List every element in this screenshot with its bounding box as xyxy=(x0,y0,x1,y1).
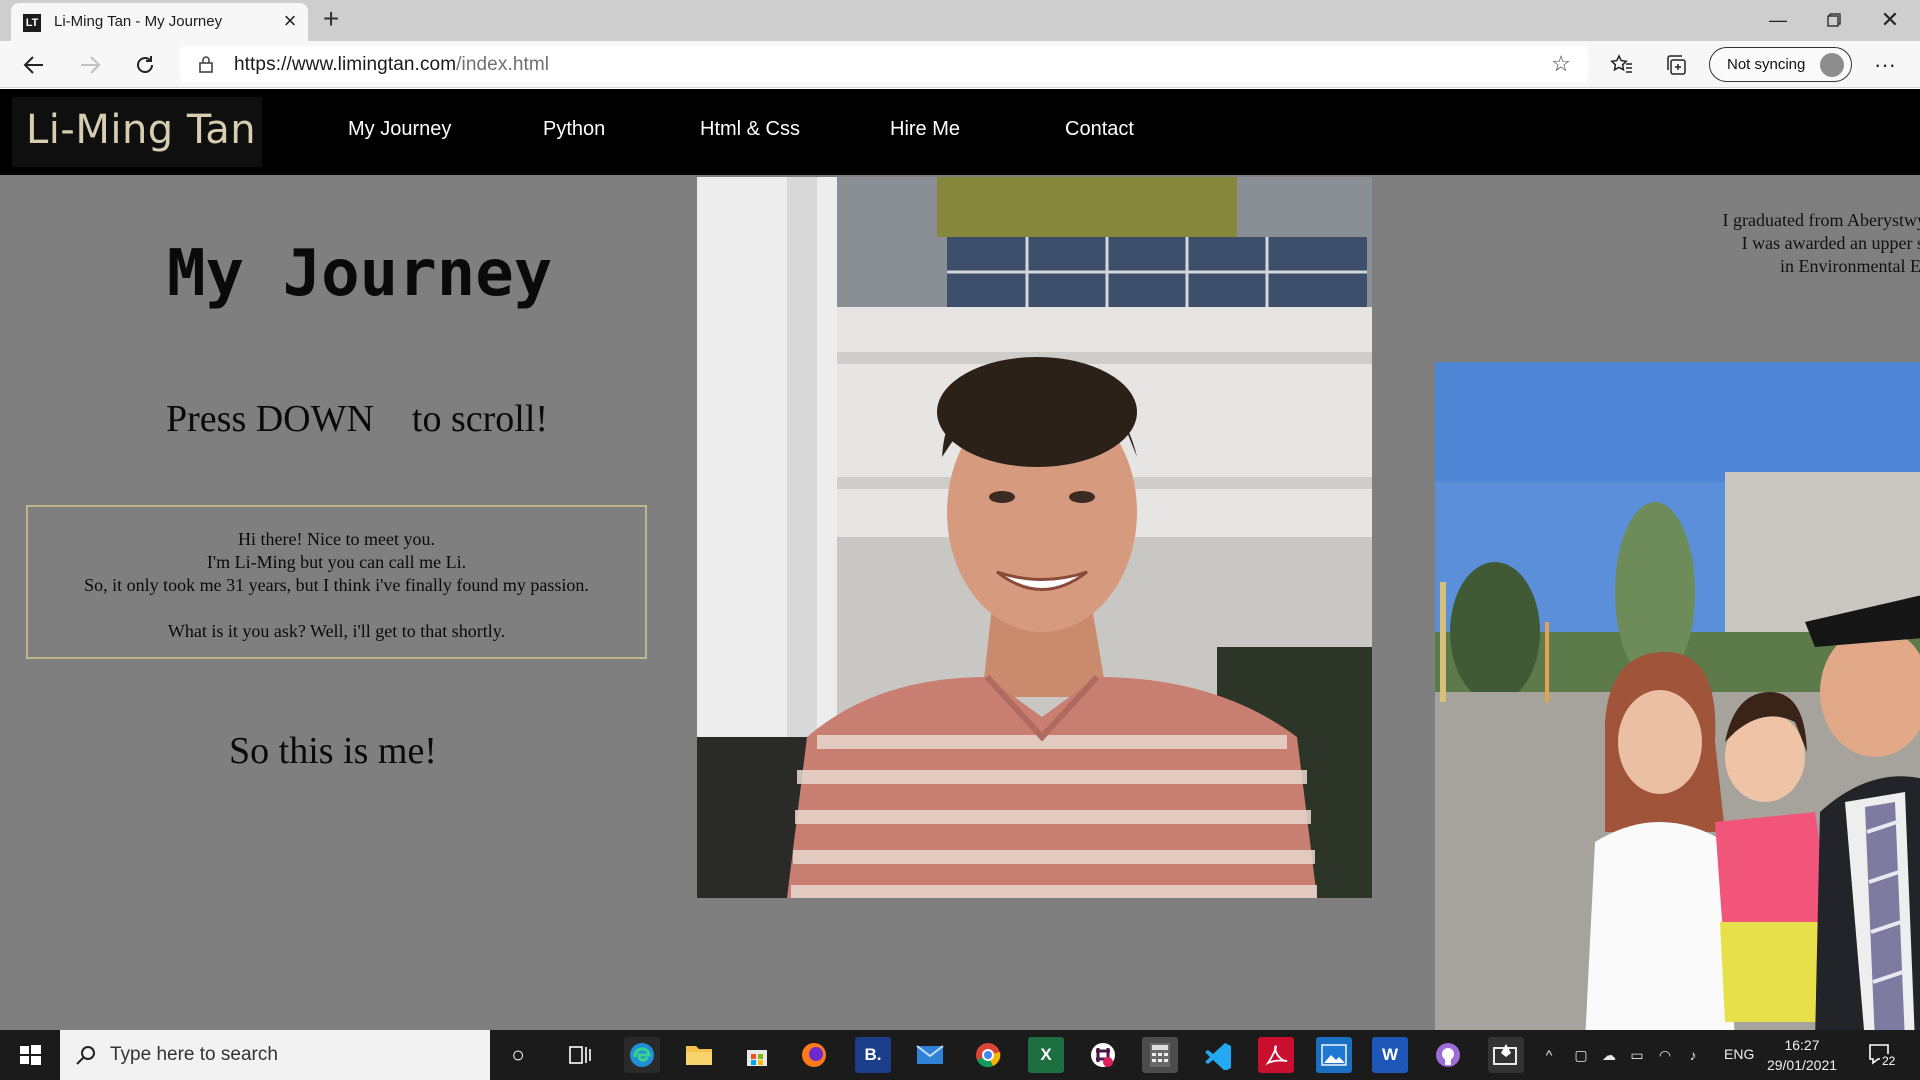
chevron-up-icon[interactable]: ^ xyxy=(1540,1046,1558,1064)
favorites-icon[interactable] xyxy=(1604,47,1640,83)
page-title: My Journey xyxy=(167,237,553,311)
volume-icon[interactable]: ♪ xyxy=(1684,1046,1702,1064)
snip-icon[interactable] xyxy=(1488,1037,1524,1073)
site-navbar: Li-Ming Tan My Journey Python Html & Css… xyxy=(0,89,1920,175)
tab-close-icon[interactable]: × xyxy=(277,8,303,34)
browser-tab[interactable]: LT Li-Ming Tan - My Journey × xyxy=(11,3,308,41)
collections-icon[interactable] xyxy=(1658,47,1694,83)
excel-icon[interactable]: X xyxy=(1028,1037,1064,1073)
url-text[interactable]: https://www.limingtan.com/index.html xyxy=(234,54,549,76)
graduation-line: I was awarded an upper sec xyxy=(1741,233,1920,253)
nav-link-python[interactable]: Python xyxy=(543,118,605,141)
address-bar[interactable]: https://www.limingtan.com/index.html ☆ xyxy=(180,46,1588,82)
refresh-icon[interactable] xyxy=(127,47,163,83)
slack-icon[interactable] xyxy=(1085,1037,1121,1073)
browser-toolbar: https://www.limingtan.com/index.html ☆ N… xyxy=(0,41,1920,88)
cortana-icon[interactable]: ○ xyxy=(500,1037,536,1073)
store-icon[interactable] xyxy=(739,1037,775,1073)
minimize-icon[interactable]: — xyxy=(1750,4,1806,36)
github-icon[interactable] xyxy=(1430,1037,1466,1073)
web-page: Li-Ming Tan My Journey Python Html & Css… xyxy=(0,89,1920,1030)
nav-link-html-css[interactable]: Html & Css xyxy=(700,118,800,141)
windows-start-icon[interactable] xyxy=(0,1030,60,1080)
forward-icon[interactable] xyxy=(72,47,108,83)
site-favicon-icon: LT xyxy=(23,14,41,32)
nav-link-contact[interactable]: Contact xyxy=(1065,118,1134,141)
firefox-icon[interactable] xyxy=(796,1037,832,1073)
clock-date: 29/01/2021 xyxy=(1766,1057,1838,1073)
windows-taskbar: Type here to search ○ B. X W ^ ▢ ☁ ▭ ◠ ♪… xyxy=(0,1030,1920,1080)
back-icon[interactable] xyxy=(16,47,52,83)
scroll-prompt: Press DOWN to scroll! xyxy=(166,398,549,440)
battery-icon[interactable]: ▭ xyxy=(1628,1046,1646,1064)
intro-line: What is it you ask? Well, i'll get to th… xyxy=(167,621,506,641)
b-app-icon[interactable]: B. xyxy=(855,1037,891,1073)
graduation-line: in Environmental Eart xyxy=(1780,256,1920,276)
intro-line: Hi there! Nice to meet you. xyxy=(238,529,435,549)
profile-icon xyxy=(1820,53,1844,77)
calculator-icon[interactable] xyxy=(1142,1037,1178,1073)
nav-link-my-journey[interactable]: My Journey xyxy=(348,118,451,141)
lock-icon[interactable] xyxy=(196,54,216,74)
chrome-icon[interactable] xyxy=(970,1037,1006,1073)
close-icon[interactable]: ✕ xyxy=(1862,4,1918,36)
clock[interactable]: 16:27 29/01/2021 xyxy=(1762,1035,1842,1075)
mail-icon[interactable] xyxy=(912,1037,948,1073)
intro-line: I'm Li-Ming but you can call me Li. xyxy=(206,552,467,572)
file-explorer-icon[interactable] xyxy=(681,1037,717,1073)
edge-icon[interactable] xyxy=(624,1037,660,1073)
profile-sync-button[interactable]: Not syncing xyxy=(1709,47,1852,82)
sync-label: Not syncing xyxy=(1727,56,1806,73)
intro-line: So, it only took me 31 years, but I thin… xyxy=(84,575,589,595)
onedrive-icon[interactable]: ☁ xyxy=(1600,1046,1618,1064)
nav-link-hire-me[interactable]: Hire Me xyxy=(890,118,960,141)
add-favorite-icon[interactable]: ☆ xyxy=(1548,52,1574,78)
search-placeholder: Type here to search xyxy=(110,1044,278,1065)
search-icon xyxy=(76,1046,95,1065)
graduation-text: I graduated from Aberystwyth I was award… xyxy=(1640,209,1920,278)
clock-time: 16:27 xyxy=(1784,1037,1820,1053)
brand-logo[interactable]: Li-Ming Tan xyxy=(12,97,262,167)
language-indicator[interactable]: ENG xyxy=(1724,1046,1754,1062)
portrait-photo xyxy=(697,177,1372,898)
portrait-caption: So this is me! xyxy=(229,730,437,772)
new-tab-button[interactable]: + xyxy=(316,5,346,35)
maximize-icon[interactable] xyxy=(1806,4,1862,36)
task-view-icon[interactable] xyxy=(562,1037,598,1073)
intro-box: Hi there! Nice to meet you. I'm Li-Ming … xyxy=(26,505,647,659)
notification-count: 22 xyxy=(1880,1054,1898,1068)
tab-title: Li-Ming Tan - My Journey xyxy=(54,13,223,30)
acrobat-icon[interactable] xyxy=(1258,1037,1294,1073)
taskbar-search-box[interactable]: Type here to search xyxy=(60,1030,490,1080)
notification-icon[interactable]: 22 xyxy=(1866,1040,1898,1070)
meet-now-icon[interactable]: ▢ xyxy=(1572,1046,1590,1064)
graduation-line: I graduated from Aberystwyth xyxy=(1722,210,1920,230)
photos-icon[interactable] xyxy=(1316,1037,1352,1073)
graduation-photo xyxy=(1435,362,1920,1030)
word-icon[interactable]: W xyxy=(1372,1037,1408,1073)
wifi-icon[interactable]: ◠ xyxy=(1656,1046,1674,1064)
vscode-icon[interactable] xyxy=(1200,1037,1236,1073)
more-icon[interactable]: ··· xyxy=(1867,47,1903,83)
tab-bar: LT Li-Ming Tan - My Journey × + — ✕ xyxy=(0,0,1920,41)
